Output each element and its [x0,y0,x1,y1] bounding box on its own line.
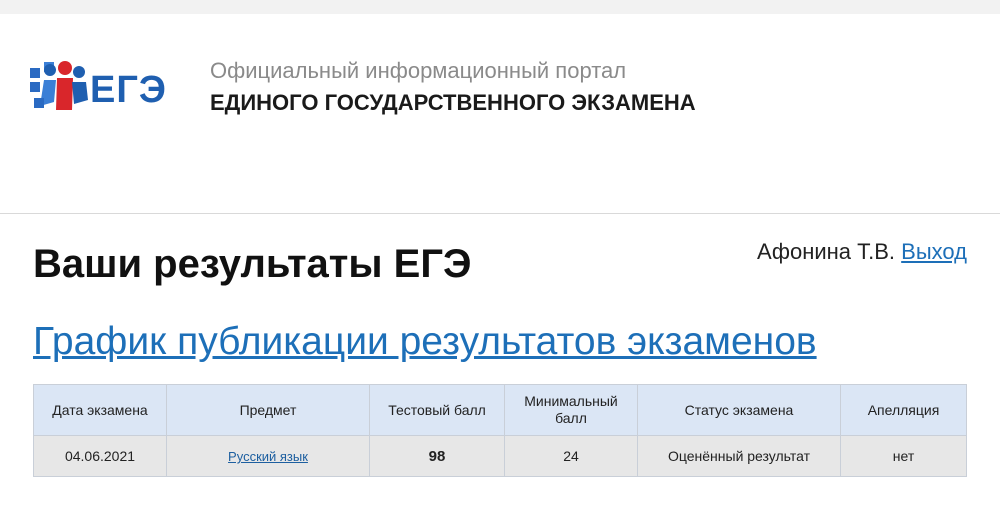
people-emblem-icon [30,61,88,110]
table-row: 04.06.2021 Русский язык 98 24 Оценённый … [33,435,967,477]
column-header: Минимальный балл [504,384,638,436]
user-name: Афонина Т.В. [756,239,896,264]
test-score: 98 [369,435,505,477]
column-header: Тестовый балл [369,384,505,436]
column-header: Предмет [166,384,370,436]
column-header: Апелляция [840,384,967,436]
column-header: Дата экзамена [33,384,167,436]
exam-date: 04.06.2021 [33,435,167,477]
user-area: Афонина Т.В. Выход [757,238,967,266]
results-schedule-link[interactable]: График публикации результатов экзаменов [33,317,817,367]
logout-link[interactable]: Выход [901,239,967,264]
subject-link[interactable]: Русский язык [228,449,308,464]
top-strip [0,0,1000,14]
subject-cell: Русский язык [166,435,370,477]
table-header-row: Дата экзамена Предмет Тестовый балл Мини… [33,384,967,436]
page-title: Ваши результаты ЕГЭ [33,242,472,286]
portal-subtitle: Официальный информационный портал [210,58,627,83]
logo-text: ЕГЭ [90,69,167,111]
min-score: 24 [504,435,638,477]
results-table: Дата экзамена Предмет Тестовый балл Мини… [33,384,967,477]
portal-title: ЕДИНОГО ГОСУДАРСТВЕННОГО ЭКЗАМЕНА [210,90,696,115]
ege-logo[interactable]: ЕГЭ [30,58,170,122]
site-header: ЕГЭ Официальный информационный портал ЕД… [0,14,1000,214]
column-header: Статус экзамена [637,384,841,436]
appeal-status: нет [840,435,967,477]
exam-status: Оценённый результат [637,435,841,477]
